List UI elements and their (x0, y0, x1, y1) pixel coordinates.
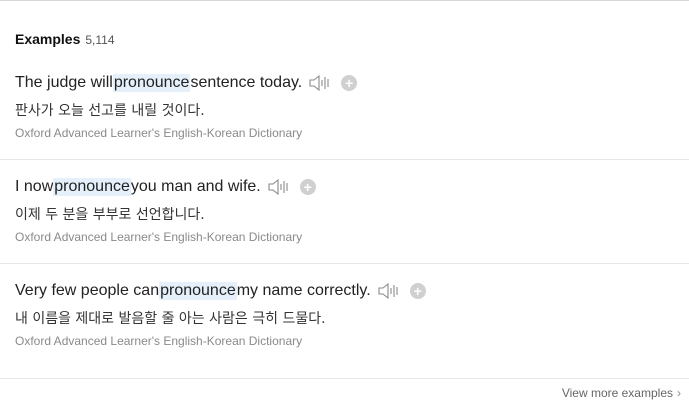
sentence-text-after: my name correctly. (236, 282, 371, 299)
examples-header: Examples 5,114 (15, 31, 115, 47)
top-border (0, 0, 689, 1)
speaker-icon[interactable] (267, 177, 291, 197)
view-more-label: View more examples (561, 386, 673, 400)
plus-icon[interactable]: + (409, 283, 426, 299)
divider (0, 263, 689, 264)
sentence-text-before: I now (15, 178, 54, 195)
divider (0, 159, 689, 160)
example-translation: 이제 두 분을 부부로 선언합니다. (15, 207, 205, 223)
speaker-icon[interactable] (377, 281, 401, 301)
example-sentence: Very few people can pronounce my name co… (15, 281, 426, 301)
example-translation: 판사가 오늘 선고를 내릴 것이다. (15, 103, 205, 119)
chevron-right-icon: › (677, 386, 681, 400)
divider (0, 378, 689, 379)
example-source: Oxford Advanced Learner's English-Korean… (15, 334, 303, 348)
example-sentence: I now pronounce you man and wife. + (15, 177, 316, 197)
sentence-text-after: you man and wife. (130, 178, 261, 195)
sentence-text-before: The judge will (15, 74, 113, 91)
examples-title: Examples (15, 31, 81, 47)
sentence-text-after: sentence today. (190, 74, 303, 91)
example-source: Oxford Advanced Learner's English-Korean… (15, 126, 303, 140)
examples-count: 5,114 (85, 33, 115, 47)
sentence-text-before: Very few people can (15, 282, 160, 299)
plus-icon[interactable]: + (299, 179, 316, 195)
speaker-icon[interactable] (308, 73, 332, 93)
view-more-examples-link[interactable]: View more examples › (562, 386, 681, 400)
highlighted-word[interactable]: pronounce (159, 282, 237, 300)
example-source: Oxford Advanced Learner's English-Korean… (15, 230, 303, 244)
highlighted-word[interactable]: pronounce (112, 74, 191, 92)
example-sentence: The judge will pronounce sentence today.… (15, 73, 358, 93)
example-translation: 내 이름을 제대로 발음할 줄 아는 사람은 극히 드물다. (15, 311, 326, 327)
plus-icon[interactable]: + (341, 75, 358, 91)
highlighted-word[interactable]: pronounce (53, 178, 131, 196)
